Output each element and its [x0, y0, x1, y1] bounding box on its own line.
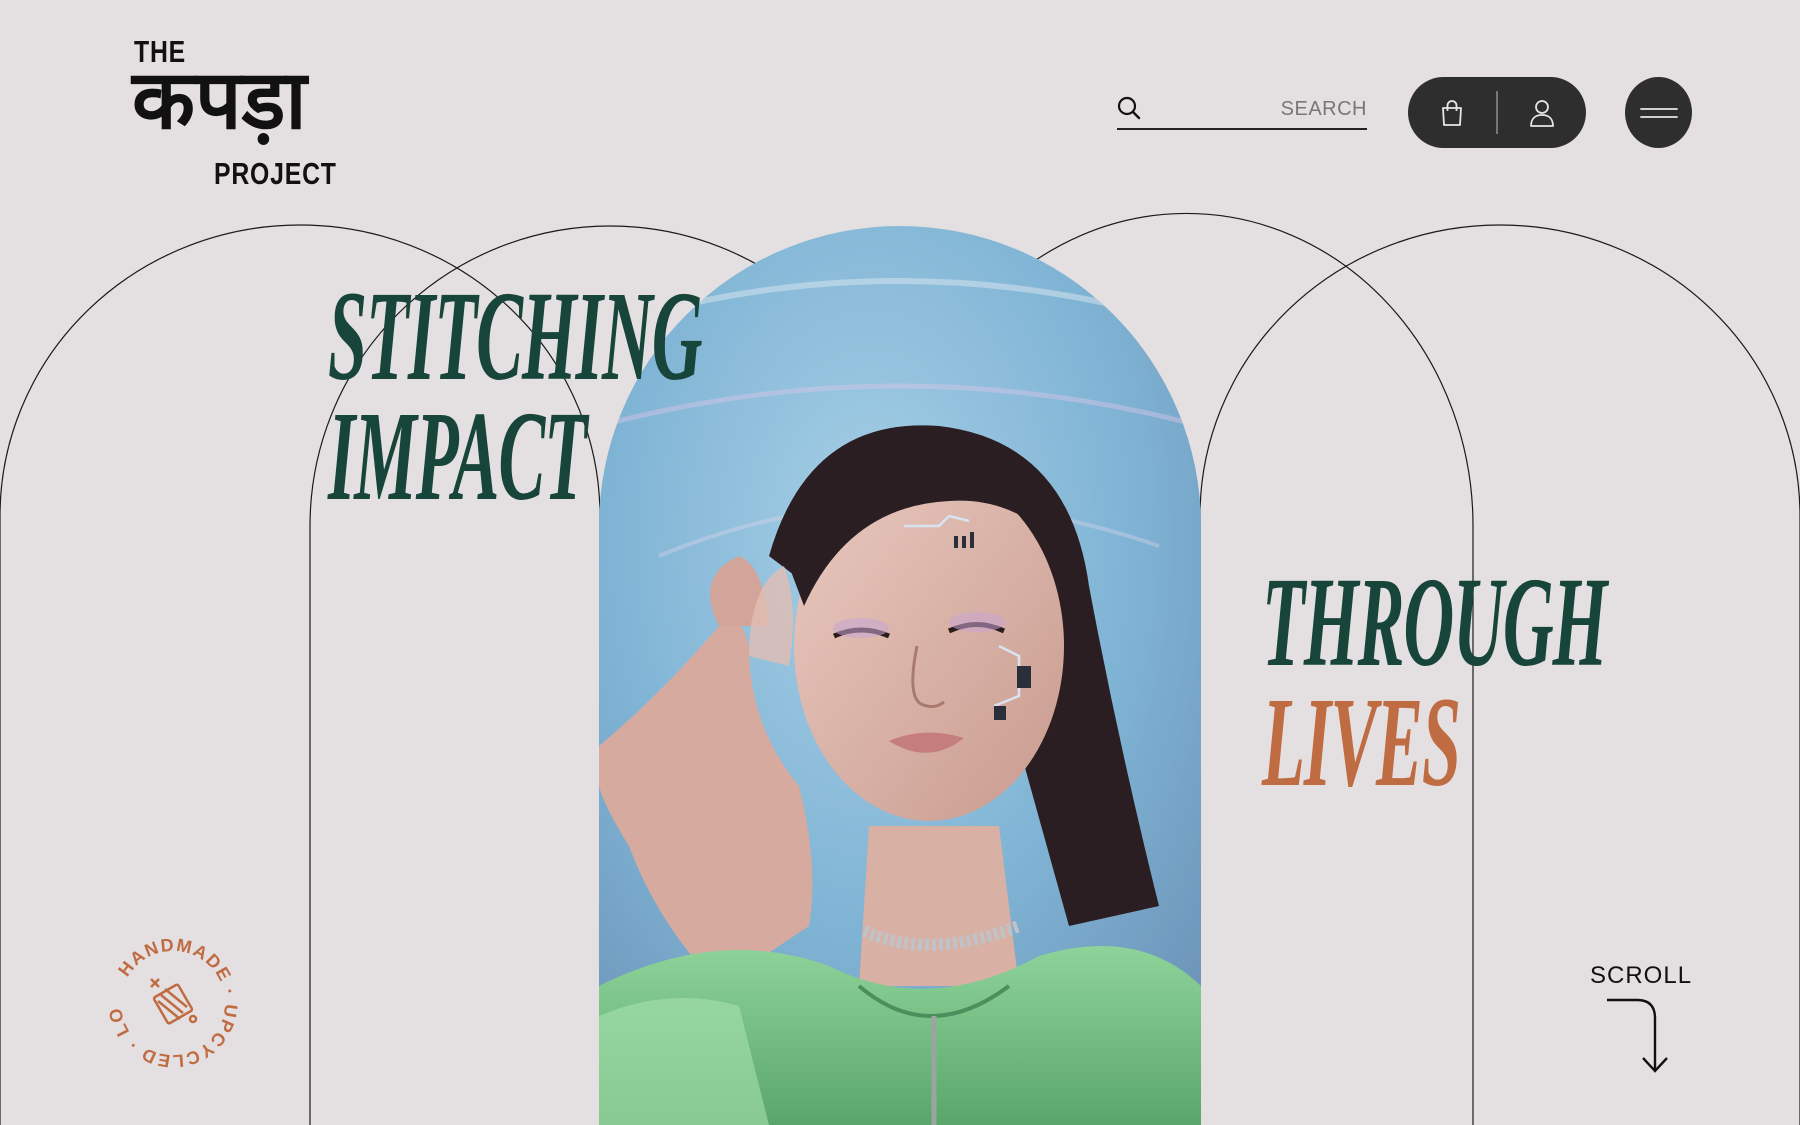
- cart-button[interactable]: [1408, 77, 1496, 148]
- account-button[interactable]: [1498, 77, 1586, 148]
- logo-main-text: कपड़ा: [132, 53, 307, 148]
- hamburger-menu-icon: [1639, 107, 1678, 118]
- hero-headline-line-3: THROUGH: [1262, 551, 1607, 693]
- hero-headline-line-1: STITCHING: [328, 265, 703, 407]
- handmade-badge: HANDMADE · UPCYCLED · LOCAL ·: [103, 933, 241, 1071]
- shopping-bag-icon: [1442, 99, 1462, 126]
- search-bar[interactable]: [1117, 92, 1367, 130]
- hero-headline-line-2: IMPACT: [328, 385, 587, 527]
- badge-text: HANDMADE · UPCYCLED · LOCAL ·: [103, 933, 241, 1071]
- logo-bottom-text: PROJECT: [214, 156, 337, 191]
- search-icon[interactable]: [1117, 96, 1141, 120]
- scroll-label[interactable]: SCROLL: [1590, 962, 1692, 990]
- thread-spool-icon: [150, 978, 198, 1025]
- account-actions: [1408, 77, 1586, 148]
- brand-logo[interactable]: THE कपड़ा PROJECT: [132, 34, 344, 194]
- search-input[interactable]: [1177, 98, 1367, 121]
- arrow-down-curve-icon[interactable]: [1603, 996, 1683, 1076]
- user-icon: [1530, 99, 1554, 127]
- menu-button[interactable]: [1625, 77, 1692, 148]
- hero-headline-line-4: LIVES: [1262, 671, 1461, 813]
